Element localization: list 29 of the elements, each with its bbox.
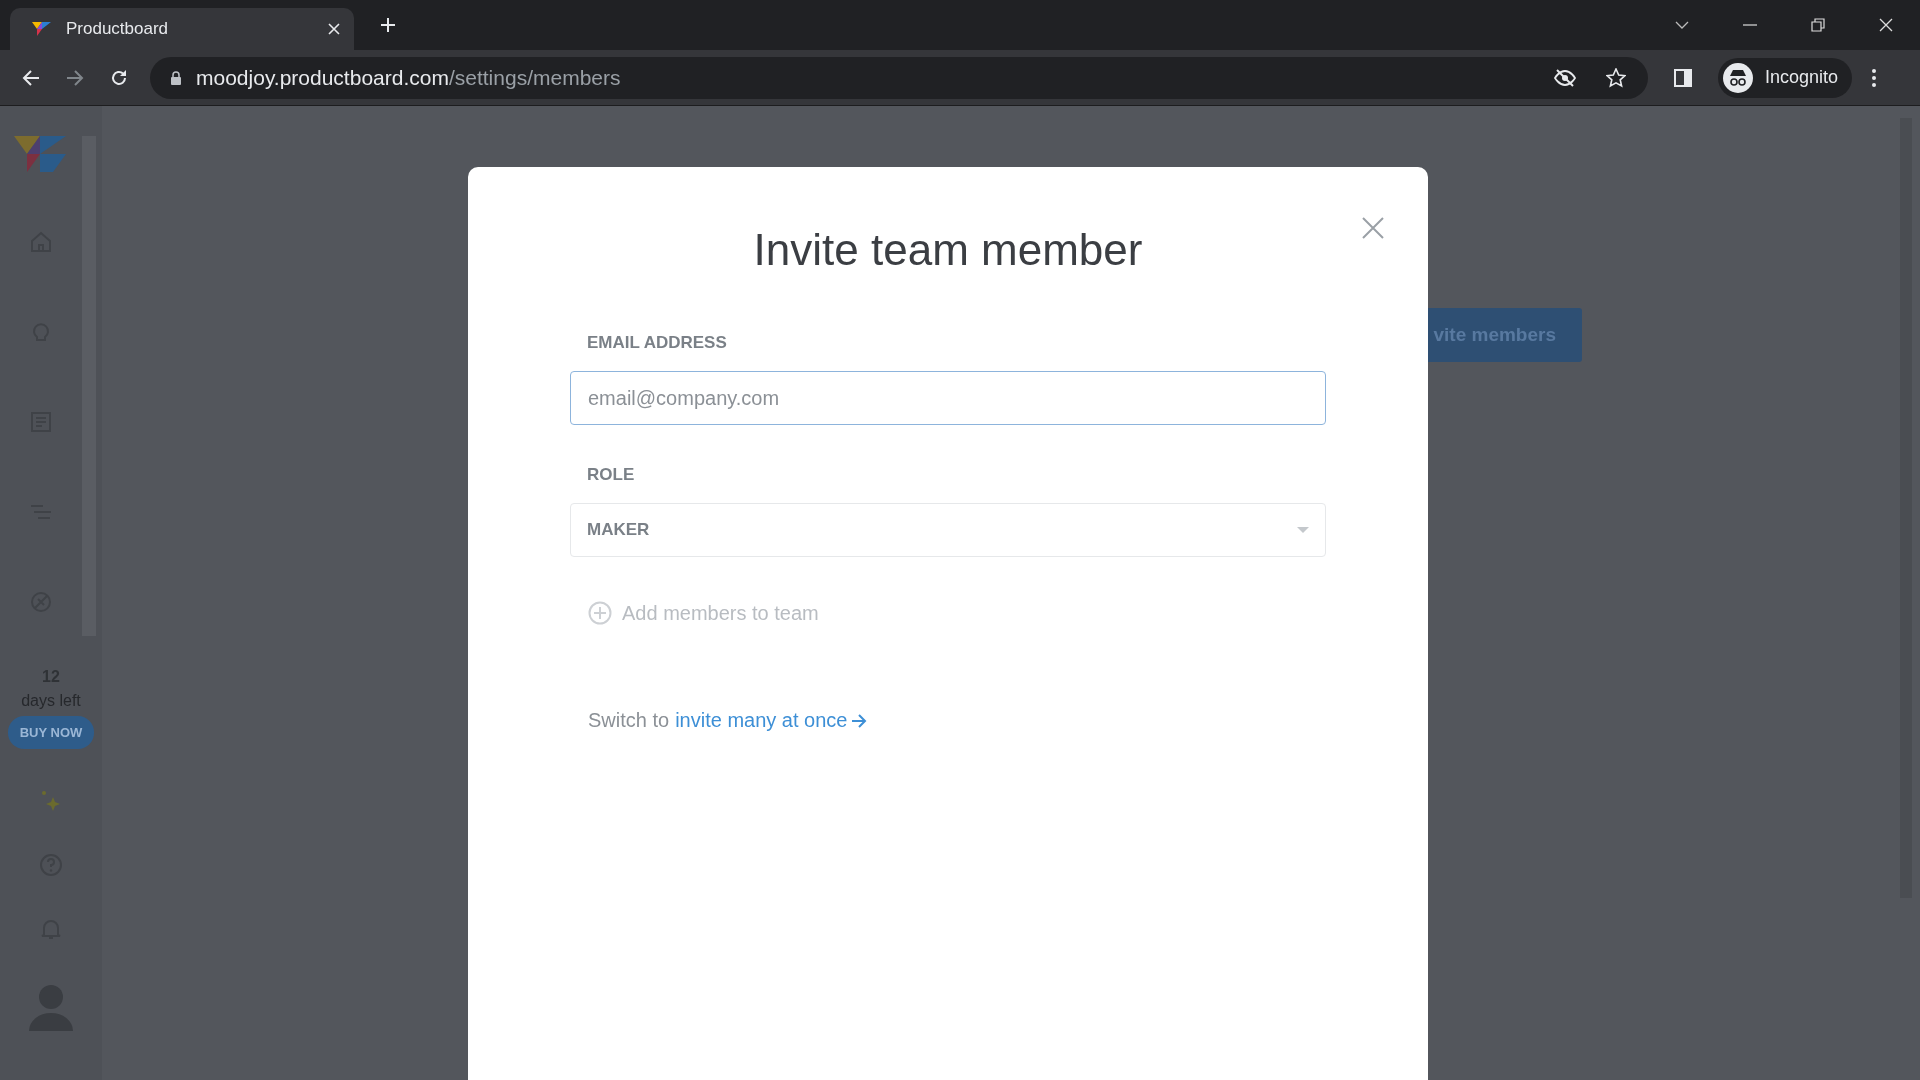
- profile-button[interactable]: Incognito: [1717, 57, 1852, 98]
- new-tab-icon[interactable]: [380, 17, 396, 33]
- menu-icon[interactable]: [1872, 68, 1876, 87]
- arrow-icon: [851, 712, 868, 729]
- field-label: EMAIL ADDRESS: [586, 333, 728, 353]
- caret-icon: [1297, 527, 1309, 533]
- email-field[interactable]: email@company.com: [570, 371, 1326, 425]
- back-icon[interactable]: [22, 68, 40, 87]
- browser-tab[interactable]: Productboard: [10, 8, 354, 50]
- star-icon[interactable]: [1605, 67, 1626, 88]
- role-dropdown[interactable]: MAKER: [570, 503, 1326, 557]
- dialog-title: Invite team member: [753, 225, 1143, 275]
- reload-icon[interactable]: [110, 68, 128, 87]
- address-bar[interactable]: moodjoy.productboard.com/settings/members: [150, 56, 1648, 99]
- restore-icon[interactable]: [1811, 18, 1825, 32]
- switch-text: Switch to: [588, 709, 670, 732]
- buy-now-button[interactable]: BUY NOW: [7, 716, 95, 749]
- url-text: moodjoy.productboard.com/settings/members: [196, 65, 621, 90]
- eye-slash-icon[interactable]: [1553, 68, 1576, 87]
- tab-title: Productboard: [66, 19, 170, 39]
- forward-icon[interactable]: [66, 68, 84, 87]
- lock-icon: [170, 70, 182, 85]
- logo-icon[interactable]: [14, 136, 66, 172]
- plus-circle-icon: [588, 601, 612, 625]
- side-panel-icon[interactable]: [1673, 68, 1692, 87]
- invite-many-link[interactable]: invite many at once: [675, 709, 868, 732]
- logo-icon: [32, 21, 52, 37]
- field-label: ROLE: [586, 465, 636, 485]
- incognito-icon: [1722, 62, 1753, 93]
